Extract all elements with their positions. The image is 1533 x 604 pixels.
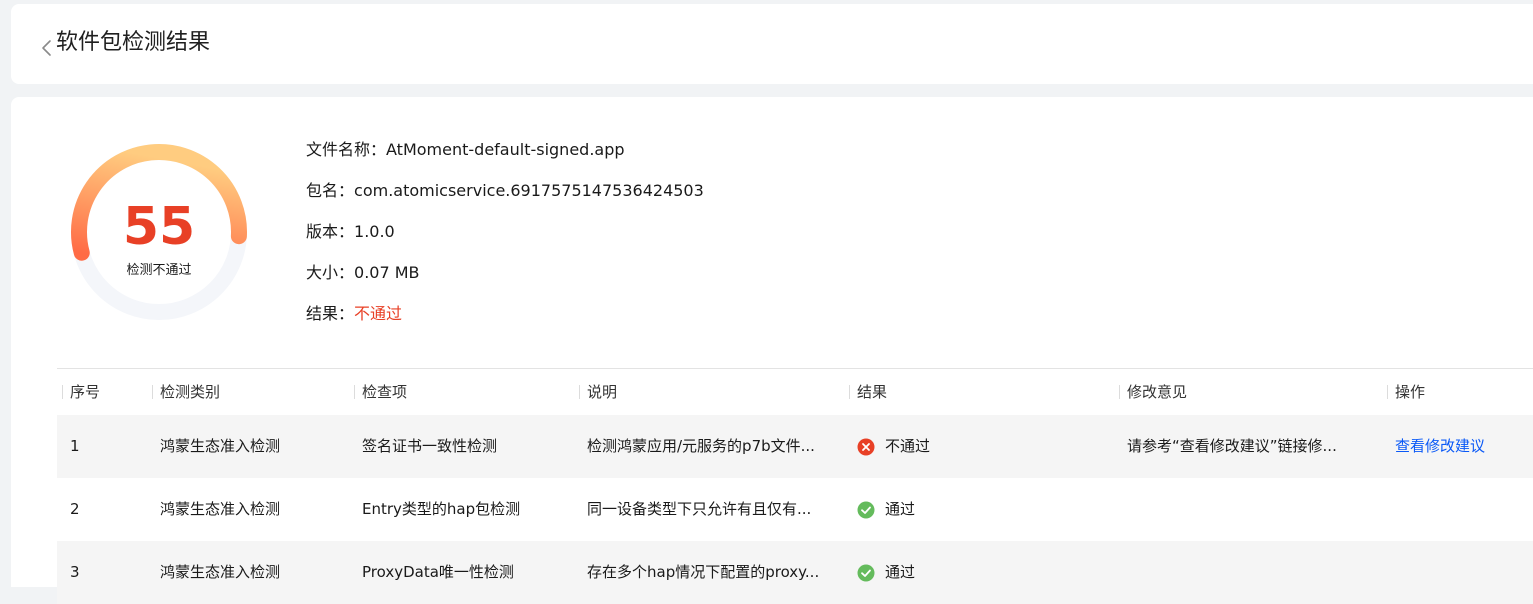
header-action[interactable]: 操作 (1387, 369, 1533, 415)
check-table: 序号 检测类别 检查项 说明 结果 修改意见 操作 1 鸿蒙生态准入检测 签名证… (57, 368, 1533, 604)
cell-desc: 存在多个hap情况下配置的proxy... (587, 563, 820, 581)
version-label: 版本： (306, 222, 355, 241)
cell-index: 2 (70, 500, 80, 518)
header-desc[interactable]: 说明 (579, 369, 847, 415)
header-index[interactable]: 序号 (62, 369, 152, 415)
filename-label: 文件名称： (306, 140, 387, 159)
cell-item: 签名证书一致性检测 (362, 437, 498, 455)
cell-action: 查看修改建议 (1387, 415, 1533, 478)
check-circle-icon (857, 564, 875, 581)
package-value: com.atomicservice.6917575147536424503 (354, 181, 704, 200)
result-text: 通过 (885, 563, 916, 581)
cell-item: ProxyData唯一性检测 (362, 563, 514, 581)
result-label: 结果： (306, 304, 355, 323)
table-row: 1 鸿蒙生态准入检测 签名证书一致性检测 检测鸿蒙应用/元服务的p7b文件...… (57, 415, 1533, 478)
info-filename: 文件名称：AtMoment-default-signed.app (306, 139, 625, 161)
header-advice[interactable]: 修改意见 (1119, 369, 1385, 415)
cell-advice: 请参考“查看修改建议”链接修... (1127, 437, 1337, 455)
cell-item: Entry类型的hap包检测 (362, 500, 521, 518)
cell-action (1387, 541, 1533, 604)
cell-result: 通过 (849, 478, 1117, 541)
size-value: 0.07 MB (354, 263, 420, 282)
info-version: 版本：1.0.0 (306, 221, 395, 243)
cell-index: 1 (70, 437, 80, 455)
cell-action (1387, 478, 1533, 541)
check-circle-icon (857, 501, 875, 518)
cell-desc: 检测鸿蒙应用/元服务的p7b文件... (587, 437, 815, 455)
filename-value: AtMoment-default-signed.app (386, 140, 625, 159)
score-label: 检测不通过 (126, 263, 192, 278)
package-label: 包名： (306, 181, 355, 200)
back-button[interactable] (31, 32, 55, 64)
table-row: 2 鸿蒙生态准入检测 Entry类型的hap包检测 同一设备类型下只允许有且仅有… (57, 478, 1533, 541)
cell-category: 鸿蒙生态准入检测 (160, 563, 281, 581)
cell-result: 通过 (849, 541, 1117, 604)
table-header: 序号 检测类别 检查项 说明 结果 修改意见 操作 (57, 368, 1533, 415)
info-result: 结果：不通过 (306, 303, 402, 325)
score-value: 55 (122, 197, 196, 257)
result-text: 不通过 (885, 437, 931, 455)
cell-result: 不通过 (849, 415, 1117, 478)
cell-desc: 同一设备类型下只允许有且仅有... (587, 500, 812, 518)
error-icon (857, 438, 875, 455)
cell-category: 鸿蒙生态准入检测 (160, 500, 281, 518)
chevron-left-icon (31, 32, 55, 64)
cell-index: 3 (70, 563, 80, 581)
info-size: 大小：0.07 MB (306, 262, 420, 284)
view-suggestion-link[interactable]: 查看修改建议 (1395, 437, 1485, 455)
table-row: 3 鸿蒙生态准入检测 ProxyData唯一性检测 存在多个hap情况下配置的p… (57, 541, 1533, 604)
result-text: 通过 (885, 500, 916, 518)
cell-advice (1119, 478, 1385, 541)
size-label: 大小： (306, 263, 355, 282)
header-item[interactable]: 检查项 (354, 369, 578, 415)
cell-category: 鸿蒙生态准入检测 (160, 437, 281, 455)
header-category[interactable]: 检测类别 (152, 369, 352, 415)
result-value: 不通过 (354, 304, 403, 323)
header-result[interactable]: 结果 (849, 369, 1117, 415)
info-package: 包名：com.atomicservice.6917575147536424503 (306, 180, 704, 202)
page-title: 软件包检测结果 (56, 30, 211, 55)
version-value: 1.0.0 (354, 222, 395, 241)
page-header: 软件包检测结果 (11, 4, 1533, 84)
cell-advice (1119, 541, 1385, 604)
